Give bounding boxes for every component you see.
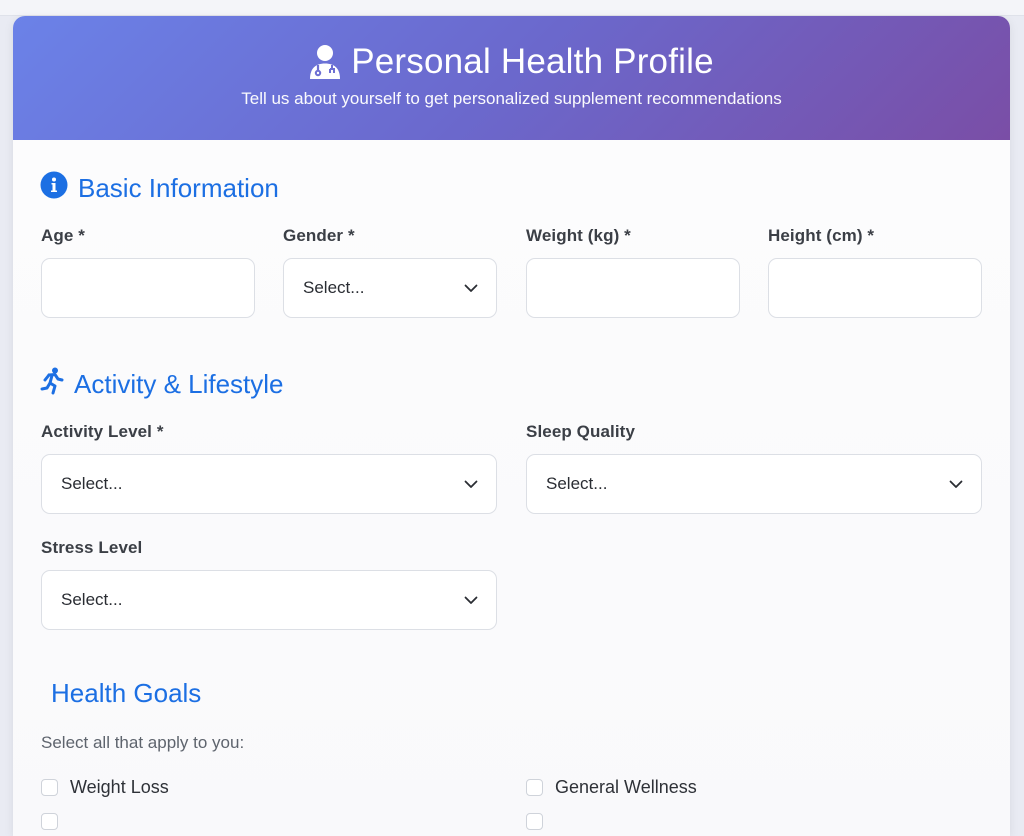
checkbox[interactable] bbox=[526, 813, 543, 830]
stress-level-label: Stress Level bbox=[41, 538, 143, 557]
height-input[interactable] bbox=[768, 258, 982, 318]
activity-level-select[interactable]: Select... bbox=[41, 454, 497, 514]
section-activity-lifestyle: Activity & Lifestyle bbox=[40, 367, 284, 402]
page-title-row: Personal Health Profile bbox=[13, 42, 1010, 82]
sleep-quality-select[interactable]: Select... bbox=[526, 454, 982, 514]
form-body: Basic Information Age * Gender * Weight … bbox=[13, 140, 1010, 836]
health-profile-card: Personal Health Profile Tell us about yo… bbox=[13, 16, 1010, 836]
section-health-goals: Health Goals bbox=[51, 678, 201, 709]
checkbox[interactable] bbox=[526, 779, 543, 796]
activity-level-label: Activity Level * bbox=[41, 422, 164, 441]
gender-select-value: Select... bbox=[303, 278, 365, 297]
section-basic-information: Basic Information bbox=[40, 171, 279, 206]
checkbox[interactable] bbox=[41, 779, 58, 796]
profile-header: Personal Health Profile Tell us about yo… bbox=[13, 16, 1010, 140]
age-label: Age * bbox=[41, 226, 85, 245]
chevron-down-icon bbox=[464, 284, 478, 293]
checkbox[interactable] bbox=[41, 813, 58, 830]
stress-level-value: Select... bbox=[61, 590, 123, 609]
goal-option-partial[interactable] bbox=[41, 813, 58, 830]
running-icon bbox=[40, 367, 64, 402]
height-label: Height (cm) * bbox=[768, 226, 875, 245]
age-input[interactable] bbox=[41, 258, 255, 318]
gender-select[interactable]: Select... bbox=[283, 258, 497, 318]
goal-option-weight-loss[interactable]: Weight Loss bbox=[41, 777, 169, 798]
section-title-text: Health Goals bbox=[51, 678, 202, 708]
section-title-text: Activity & Lifestyle bbox=[74, 369, 284, 399]
info-circle-icon bbox=[40, 171, 68, 206]
goal-option-label: General Wellness bbox=[555, 777, 697, 797]
goal-option-partial[interactable] bbox=[526, 813, 543, 830]
page-subtitle: Tell us about yourself to get personaliz… bbox=[241, 89, 782, 108]
section-title-text: Basic Information bbox=[78, 173, 279, 203]
sleep-quality-label: Sleep Quality bbox=[526, 422, 636, 441]
activity-level-value: Select... bbox=[61, 474, 123, 493]
stress-level-select[interactable]: Select... bbox=[41, 570, 497, 630]
goals-help-text: Select all that apply to you: bbox=[41, 733, 245, 752]
goal-option-general-wellness[interactable]: General Wellness bbox=[526, 777, 697, 798]
page-title: Personal Health Profile bbox=[351, 42, 714, 81]
chevron-down-icon bbox=[464, 480, 478, 489]
user-doctor-icon bbox=[309, 44, 341, 80]
sleep-quality-value: Select... bbox=[546, 474, 608, 493]
weight-input[interactable] bbox=[526, 258, 740, 318]
goal-option-label: Weight Loss bbox=[70, 777, 169, 797]
weight-label: Weight (kg) * bbox=[526, 226, 631, 245]
gender-label: Gender * bbox=[283, 226, 355, 245]
chevron-down-icon bbox=[464, 596, 478, 605]
chevron-down-icon bbox=[949, 480, 963, 489]
browser-top-strip bbox=[0, 0, 1024, 16]
